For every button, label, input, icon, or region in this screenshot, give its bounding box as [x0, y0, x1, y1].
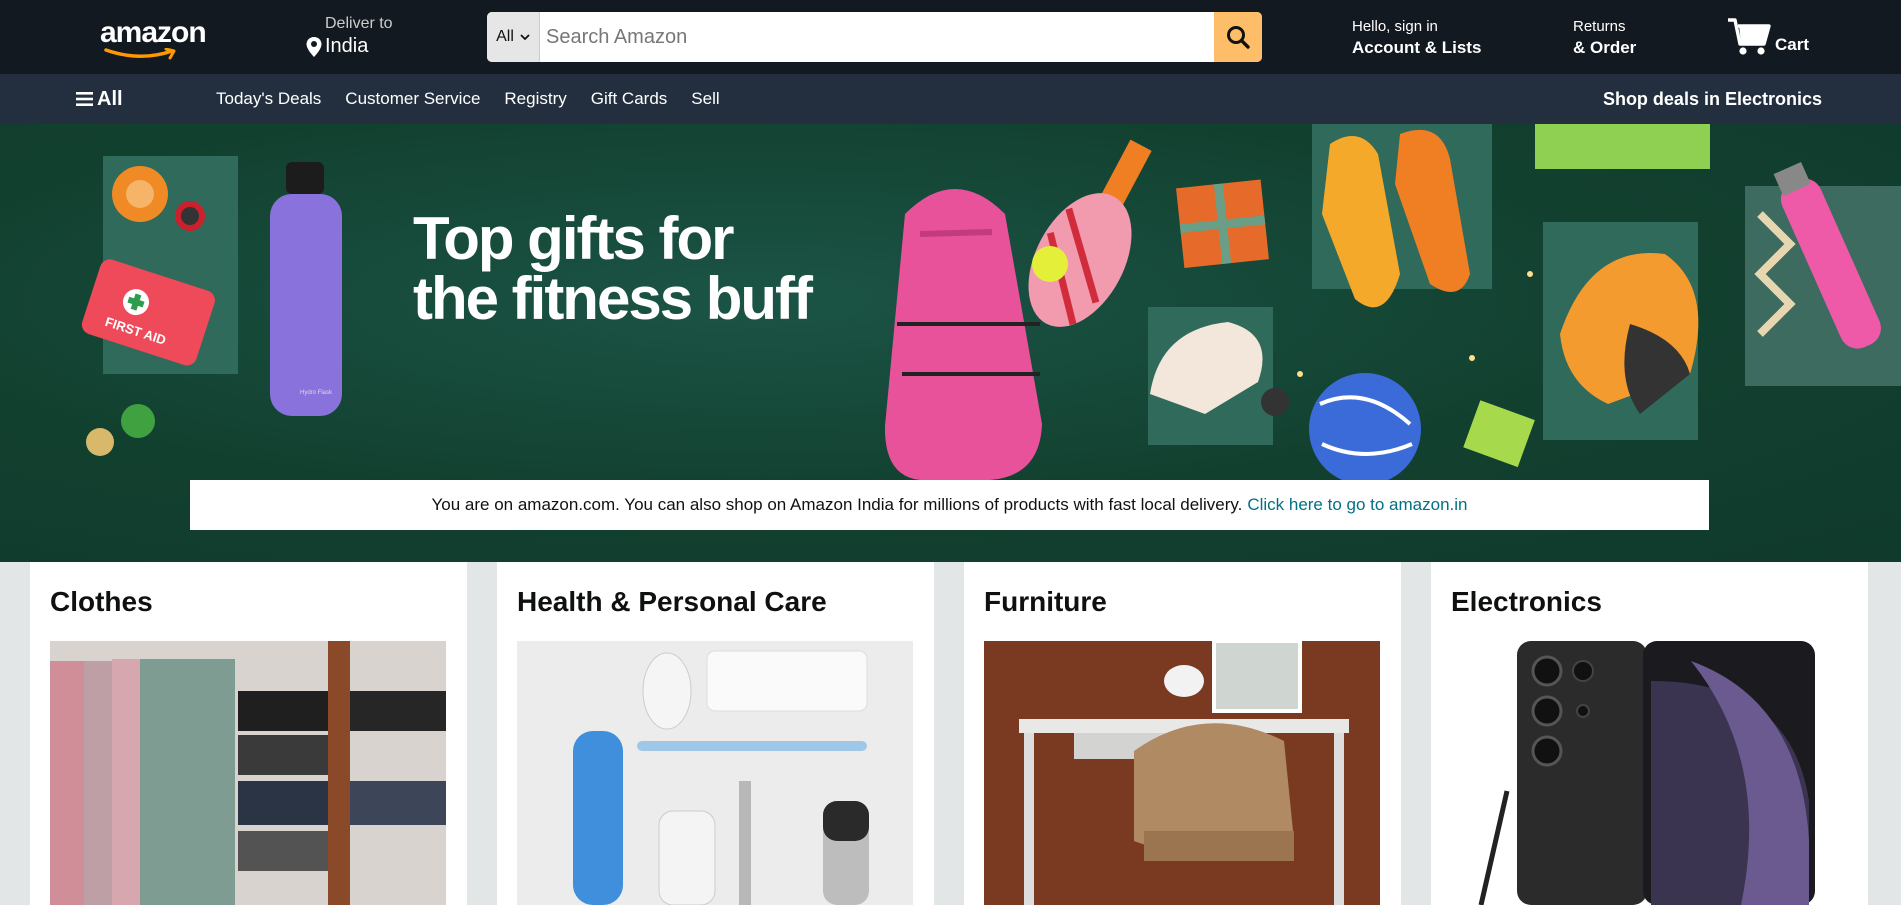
nav-link-todays-deals[interactable]: Today's Deals — [216, 89, 321, 109]
location-pin-icon — [306, 37, 322, 57]
hero-title: Top gifts for the fitness buff — [413, 205, 813, 332]
nav-link-gift-cards[interactable]: Gift Cards — [591, 89, 668, 109]
hero-title-line-2: the fitness buff — [413, 265, 813, 332]
account-lists-menu[interactable]: Hello, sign in Account & Lists — [1352, 18, 1502, 62]
electronics-image[interactable] — [1451, 641, 1847, 905]
returns-label: Returns — [1573, 18, 1626, 35]
deliver-to-location[interactable]: Deliver to India — [302, 14, 422, 60]
cart-label: Cart — [1775, 35, 1810, 54]
category-card-electronics: Electronics — [1431, 562, 1868, 905]
desk-chair-illustration — [984, 641, 1380, 905]
category-card-furniture: Furniture — [964, 562, 1401, 905]
deliver-to-label: Deliver to — [325, 15, 393, 32]
amazon-logo[interactable]: amazon — [100, 16, 207, 60]
logo-text: amazon — [100, 16, 207, 49]
hamburger-menu-icon — [76, 92, 93, 106]
deliver-country: India — [325, 35, 369, 57]
all-menu-button[interactable]: All — [76, 87, 123, 111]
cart-icon — [1728, 18, 1771, 55]
go-to-amazon-in-link[interactable]: Click here to go to amazon.in — [1247, 495, 1467, 515]
clothes-image[interactable] — [50, 641, 446, 905]
search-input[interactable] — [540, 12, 1214, 62]
returns-orders-link[interactable]: Returns & Order — [1573, 18, 1663, 62]
health-care-image[interactable] — [517, 641, 913, 905]
cart-button[interactable]: Cart — [1726, 14, 1826, 60]
logo-smile-icon — [104, 48, 176, 60]
search-department-label: All — [496, 28, 514, 45]
card-title[interactable]: Electronics — [1451, 586, 1602, 618]
svg-text:Hydro Flask: Hydro Flask — [300, 390, 333, 396]
chevron-down-icon — [520, 34, 530, 41]
category-card-health: Health & Personal Care — [497, 562, 934, 905]
region-notice: You are on amazon.com. You can also shop… — [190, 480, 1709, 530]
hero-title-line-1: Top gifts for — [413, 205, 734, 272]
region-notice-text: You are on amazon.com. You can also shop… — [431, 495, 1243, 514]
search-icon — [1227, 26, 1250, 49]
category-card-clothes: Clothes — [30, 562, 467, 905]
subnav-links: Today's Deals Customer Service Registry … — [216, 89, 744, 109]
all-menu-label: All — [97, 87, 123, 110]
secondary-navbar: All Today's Deals Customer Service Regis… — [0, 74, 1901, 124]
shop-deals-electronics-link[interactable]: Shop deals in Electronics — [1603, 89, 1822, 110]
top-navbar: amazon Deliver to India All Hello, sign … — [0, 0, 1901, 74]
nav-link-sell[interactable]: Sell — [691, 89, 719, 109]
clothes-hanger-illustration — [50, 641, 446, 905]
account-lists-label: Account & Lists — [1352, 38, 1482, 57]
search-button[interactable] — [1214, 12, 1262, 62]
card-title[interactable]: Clothes — [50, 586, 153, 618]
search-bar: All — [487, 12, 1262, 62]
health-products-illustration — [517, 641, 913, 905]
account-greeting: Hello, sign in — [1352, 18, 1438, 35]
card-title[interactable]: Furniture — [984, 586, 1107, 618]
card-title[interactable]: Health & Personal Care — [517, 586, 827, 618]
search-department-select[interactable]: All — [487, 12, 540, 62]
smartphone-illustration — [1451, 641, 1847, 905]
nav-link-registry[interactable]: Registry — [504, 89, 566, 109]
furniture-image[interactable] — [984, 641, 1380, 905]
orders-label: & Order — [1573, 38, 1637, 57]
nav-link-customer-service[interactable]: Customer Service — [345, 89, 480, 109]
